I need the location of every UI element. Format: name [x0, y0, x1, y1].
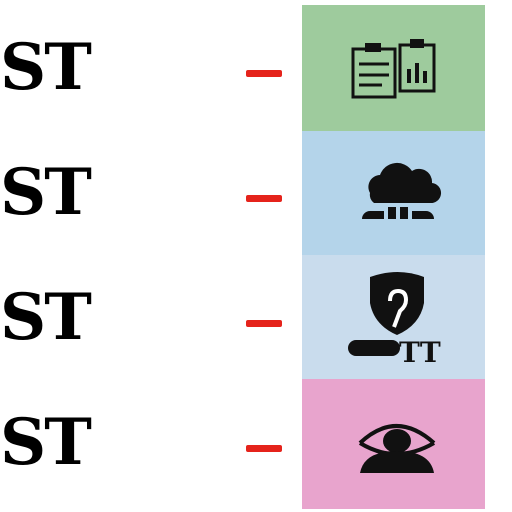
panel-3	[302, 255, 485, 379]
shield-icon	[348, 272, 424, 356]
clipboard-icon	[351, 39, 436, 99]
red-dash	[246, 320, 282, 327]
row-label: ST	[0, 405, 92, 480]
panel-text: TT	[399, 336, 442, 369]
panel-2	[302, 131, 485, 255]
cloud-icon	[362, 162, 442, 219]
red-dash	[246, 445, 282, 452]
row-label: ST	[0, 155, 92, 230]
red-dash	[246, 70, 282, 77]
eye-icon	[358, 424, 436, 473]
panel-1	[302, 5, 485, 131]
red-dash	[246, 195, 282, 202]
panel-4	[302, 379, 485, 509]
row-label: ST	[0, 30, 92, 105]
row-label: ST	[0, 280, 92, 355]
